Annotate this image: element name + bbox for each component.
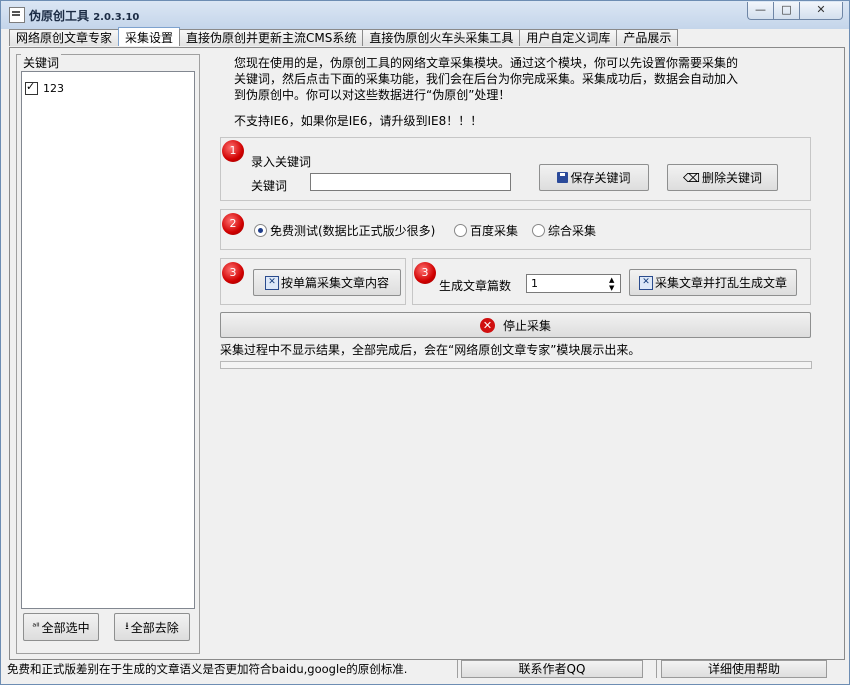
stop-collect-button[interactable]: ✕ 停止采集 xyxy=(220,312,811,338)
select-all-button[interactable]: ᵃˡˡ 全部选中 xyxy=(23,613,99,641)
tab-bar: 网络原创文章专家 采集设置 直接伪原创并更新主流CMS系统 直接伪原创火车头采集… xyxy=(9,27,679,47)
step1-title: 录入关键词 xyxy=(251,155,312,169)
app-window: 伪原创工具 2.0.3.10 — □ ✕ 网络原创文章专家 采集设置 直接伪原创… xyxy=(0,0,850,685)
keyword-input[interactable] xyxy=(310,173,511,191)
collect-shuffle-label: 采集文章并打乱生成文章 xyxy=(654,276,787,290)
collect-icon: ✕ xyxy=(638,275,653,290)
step3-batch-box: 3 生成文章篇数 1 ▲ ▼ ✕ 采集文章并打乱生成文章 xyxy=(412,258,811,305)
tab-custom-dictionary[interactable]: 用户自定义词库 xyxy=(519,29,618,46)
radio-baidu-indicator[interactable] xyxy=(454,224,467,237)
minimize-button[interactable]: — xyxy=(747,2,773,20)
tab-network-article-expert[interactable]: 网络原创文章专家 xyxy=(9,29,120,46)
tab-collect-settings[interactable]: 采集设置 xyxy=(118,27,181,46)
tab-cms-update[interactable]: 直接伪原创并更新主流CMS系统 xyxy=(179,29,364,46)
close-button[interactable]: ✕ xyxy=(799,2,843,20)
step1-box: 1 录入关键词 关键词 保存关键词 ⌫ 删除关键词 xyxy=(220,137,811,201)
delete-keyword-button[interactable]: ⌫ 删除关键词 xyxy=(667,164,778,191)
article-count-label: 生成文章篇数 xyxy=(439,279,512,293)
step2-badge: 2 xyxy=(222,213,244,235)
tab-products[interactable]: 产品展示 xyxy=(616,29,679,46)
collect-single-button[interactable]: ✕ 按单篇采集文章内容 xyxy=(253,269,401,296)
intro-line-1: 您现在使用的是，伪原创工具的网络文章采集模块。通过这个模块，你可以先设置你需要采… xyxy=(234,56,739,70)
intro-line-2: 关键词，然后点击下面的采集功能，我们会在后台为你完成采集。采集成功后，数据会自动… xyxy=(234,72,739,86)
article-count-stepper[interactable]: 1 ▲ ▼ xyxy=(526,274,621,293)
step3-single-badge: 3 xyxy=(222,262,244,284)
help-button[interactable]: 详细使用帮助 xyxy=(661,660,827,678)
eraser-icon: ⌫ xyxy=(683,170,700,185)
step3-single-box: 3 ✕ 按单篇采集文章内容 xyxy=(220,258,406,305)
keyword-label: 123 xyxy=(43,82,64,95)
step3-batch-badge: 3 xyxy=(414,262,436,284)
tab-locomotive-tool[interactable]: 直接伪原创火车头采集工具 xyxy=(362,29,521,46)
keyword-group-legend: 关键词 xyxy=(21,54,62,71)
delete-keyword-label: 删除关键词 xyxy=(701,171,762,185)
all-select-icon: ᵃˡˡ xyxy=(32,621,40,633)
window-title: 伪原创工具 2.0.3.10 xyxy=(29,7,139,24)
save-icon xyxy=(557,172,569,183)
radio-free-test-label: 免费测试(数据比正式版少很多) xyxy=(270,224,436,238)
status-separator xyxy=(457,660,458,678)
app-title: 伪原创工具 xyxy=(29,9,90,23)
ie6-warning: 不支持IE6，如果你是IE6，请升级到IE8！！！ xyxy=(234,114,483,128)
collect-single-label: 按单篇采集文章内容 xyxy=(280,276,389,290)
stop-collect-label: 停止采集 xyxy=(502,318,551,333)
contact-author-button[interactable]: 联系作者QQ xyxy=(461,660,643,678)
article-count-value: 1 xyxy=(531,277,538,290)
keyword-list[interactable]: 123 xyxy=(21,71,195,609)
radio-comprehensive-indicator[interactable] xyxy=(532,224,545,237)
collect-settings-panel: 关键词 123 ᵃˡˡ 全部选中 ⭳ 全部去除 您现在使用的是，伪原创工具的网络… xyxy=(9,47,845,660)
keyword-group: 关键词 123 ᵃˡˡ 全部选中 ⭳ 全部去除 xyxy=(16,54,200,654)
maximize-button[interactable]: □ xyxy=(773,2,799,20)
select-all-label: 全部选中 xyxy=(41,620,90,635)
save-keyword-button[interactable]: 保存关键词 xyxy=(539,164,649,191)
status-bar: 免费和正式版差别在于生成的文章语义是否更加符合baidu,google的原创标准… xyxy=(1,658,849,684)
collect-shuffle-button[interactable]: ✕ 采集文章并打乱生成文章 xyxy=(629,269,797,296)
radio-comprehensive[interactable]: 综合采集 xyxy=(532,222,596,239)
radio-comprehensive-label: 综合采集 xyxy=(548,224,597,238)
progress-bar xyxy=(220,361,812,369)
clear-down-icon: ⭳ xyxy=(125,620,129,632)
app-version: 2.0.3.10 xyxy=(93,12,140,23)
clear-all-button[interactable]: ⭳ 全部去除 xyxy=(114,613,190,641)
radio-baidu-label: 百度采集 xyxy=(470,224,519,238)
save-keyword-label: 保存关键词 xyxy=(570,171,631,185)
radio-free-test-indicator[interactable] xyxy=(254,224,267,237)
keyword-checkbox[interactable] xyxy=(25,80,38,95)
step1-badge: 1 xyxy=(222,140,244,162)
app-icon xyxy=(9,7,25,23)
radio-baidu[interactable]: 百度采集 xyxy=(454,222,518,239)
status-separator xyxy=(656,660,657,678)
intro-text: 您现在使用的是，伪原创工具的网络文章采集模块。通过这个模块，你可以先设置你需要采… xyxy=(234,55,794,103)
step2-box: 2 免费测试(数据比正式版少很多) 百度采集 综合采集 xyxy=(220,209,811,250)
stop-icon: ✕ xyxy=(479,317,495,333)
collect-note: 采集过程中不显示结果，全部完成后，会在“网络原创文章专家”模块展示出来。 xyxy=(220,343,641,357)
collect-icon: ✕ xyxy=(264,275,279,290)
status-text: 免费和正式版差别在于生成的文章语义是否更加符合baidu,google的原创标准… xyxy=(7,662,408,676)
keyword-field-label: 关键词 xyxy=(251,179,288,193)
intro-line-3: 到伪原创中。你可以对这些数据进行“伪原创”处理！ xyxy=(234,88,511,102)
list-item[interactable]: 123 xyxy=(25,80,64,95)
clear-all-label: 全部去除 xyxy=(130,620,179,635)
spinner-arrows-icon[interactable]: ▲ ▼ xyxy=(609,276,618,292)
title-bar[interactable]: 伪原创工具 2.0.3.10 — □ ✕ xyxy=(1,1,849,29)
radio-free-test[interactable]: 免费测试(数据比正式版少很多) xyxy=(254,222,435,239)
